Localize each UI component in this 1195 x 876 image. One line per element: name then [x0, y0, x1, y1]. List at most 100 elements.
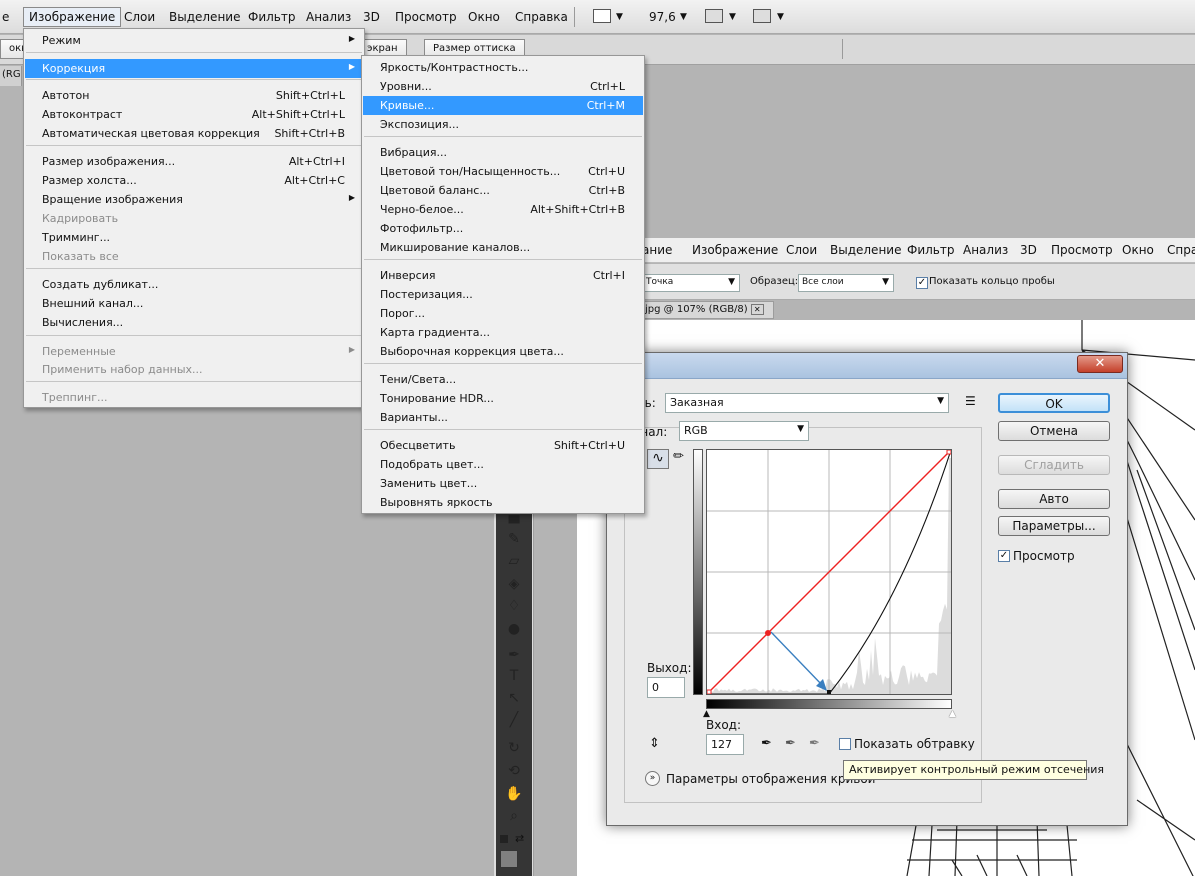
close-tab-icon[interactable]: ✕: [751, 304, 764, 315]
menu-layers[interactable]: Слои: [124, 10, 155, 24]
3d-orbit-icon[interactable]: ⟲: [502, 763, 526, 783]
gray-eyedropper-icon[interactable]: ✒: [785, 736, 796, 751]
document-tab[interactable]: (RG: [0, 66, 22, 86]
curve-point-tool-icon[interactable]: ∿: [647, 449, 669, 469]
menu-item[interactable]: Размер изображения... Alt+Ctrl+I: [25, 152, 363, 171]
menu-item[interactable]: Вибрация...: [363, 143, 643, 162]
expand-chevron-icon[interactable]: »: [645, 771, 660, 786]
menu-item[interactable]: Заменить цвет...: [363, 474, 643, 493]
path-selection-icon[interactable]: ↖: [502, 690, 526, 710]
dodge-tool-icon[interactable]: ●: [502, 621, 526, 641]
screen-fit-icon[interactable]: [753, 9, 771, 23]
hand-tool-icon[interactable]: ✋: [502, 786, 526, 806]
dropdown-arrow-icon[interactable]: ▼: [616, 12, 623, 22]
zoom-arrow-icon[interactable]: ▼: [680, 12, 687, 22]
background-document-tab[interactable]: jpg @ 107% (RGB/8) ✕: [640, 301, 774, 319]
menu-item[interactable]: Тени/Света...: [363, 370, 643, 389]
bg-menu-select[interactable]: Выделение: [830, 243, 901, 257]
menu-item[interactable]: Яркость/Контрастность...: [363, 58, 643, 77]
menu-item[interactable]: Черно-белое... Alt+Shift+Ctrl+B: [363, 200, 643, 219]
close-icon[interactable]: ✕: [1077, 355, 1123, 373]
menu-item[interactable]: Показать все: [25, 247, 363, 266]
menu-item[interactable]: Микширование каналов...: [363, 238, 643, 257]
sample-size-combo[interactable]: Точка ▼: [642, 274, 740, 292]
bg-menu-analysis[interactable]: Анализ: [963, 243, 1008, 257]
bg-menu-image[interactable]: Изображение: [692, 243, 778, 257]
blur-tool-icon[interactable]: ♢: [502, 598, 526, 618]
bg-menu-window[interactable]: Окно: [1122, 243, 1154, 257]
eraser-tool-icon[interactable]: ▱: [502, 553, 526, 573]
menu-window[interactable]: Окно: [468, 10, 500, 24]
bg-menu-help[interactable]: Спра: [1167, 243, 1195, 257]
preset-combo[interactable]: Заказная ▼: [665, 393, 949, 413]
menu-item[interactable]: Кадрировать: [25, 209, 363, 228]
smooth-button[interactable]: Сгладить: [998, 455, 1110, 475]
auto-button[interactable]: Авто: [998, 489, 1110, 509]
3d-rotate-icon[interactable]: ↻: [502, 740, 526, 760]
dropdown-arrow-icon[interactable]: ▼: [777, 12, 784, 22]
menu-item[interactable]: Режим ▶: [25, 31, 363, 50]
menu-item[interactable]: Варианты...: [363, 408, 643, 427]
menu-item[interactable]: Цветовой баланс... Ctrl+B: [363, 181, 643, 200]
menu-analysis[interactable]: Анализ: [306, 10, 351, 24]
screen-mode-icon[interactable]: [593, 9, 611, 23]
menu-item[interactable]: Переменные ▶: [25, 342, 363, 361]
menu-item[interactable]: Вращение изображения ▶: [25, 190, 363, 209]
menu-item[interactable]: Инверсия Ctrl+I: [363, 266, 643, 285]
foreground-color-swatch[interactable]: [500, 850, 518, 868]
menu-item[interactable]: Порог...: [363, 304, 643, 323]
menu-item[interactable]: Постеризация...: [363, 285, 643, 304]
menu-image[interactable]: Изображение: [23, 7, 121, 27]
menu-item[interactable]: Автотон Shift+Ctrl+L: [25, 86, 363, 105]
menu-item[interactable]: Подобрать цвет...: [363, 455, 643, 474]
history-brush-icon[interactable]: ✎: [502, 531, 526, 551]
menu-item[interactable]: Цветовой тон/Насыщенность... Ctrl+U: [363, 162, 643, 181]
menu-item[interactable]: Уровни... Ctrl+L: [363, 77, 643, 96]
input-field[interactable]: 127: [706, 734, 744, 755]
black-eyedropper-icon[interactable]: ✒: [761, 736, 772, 751]
menu-item[interactable]: Выборочная коррекция цвета...: [363, 342, 643, 361]
menu-select[interactable]: Выделение: [169, 10, 240, 24]
swap-colors-icon[interactable]: ⇄: [515, 832, 524, 845]
menu-item[interactable]: Фотофильтр...: [363, 219, 643, 238]
dropdown-arrow-icon[interactable]: ▼: [729, 12, 736, 22]
line-tool-icon[interactable]: ╱: [502, 712, 526, 732]
channel-combo[interactable]: RGB ▼: [679, 421, 809, 441]
preview-checkbox[interactable]: ✓: [998, 550, 1010, 562]
menu-item[interactable]: Размер холста... Alt+Ctrl+C: [25, 171, 363, 190]
menu-view[interactable]: Просмотр: [395, 10, 457, 24]
menu-item[interactable]: Вычисления...: [25, 313, 363, 332]
menu-item[interactable]: Карта градиента...: [363, 323, 643, 342]
menu-item[interactable]: Кривые... Ctrl+M: [363, 96, 643, 115]
menu-item[interactable]: Коррекция ▶: [25, 59, 363, 78]
menu-item[interactable]: Треппинг...: [25, 388, 363, 407]
zoom-level[interactable]: 97,6: [649, 10, 676, 24]
menu-3d[interactable]: 3D: [363, 10, 380, 24]
pencil-tool-icon[interactable]: ✏: [673, 449, 684, 464]
bg-menu-edit[interactable]: ание: [642, 243, 672, 257]
bg-menu-view[interactable]: Просмотр: [1051, 243, 1113, 257]
menu-item[interactable]: Экспозиция...: [363, 115, 643, 134]
arrange-documents-icon[interactable]: [705, 9, 723, 23]
output-field[interactable]: 0: [647, 677, 685, 698]
menu-item[interactable]: Тонирование HDR...: [363, 389, 643, 408]
ok-button[interactable]: OK: [998, 393, 1110, 413]
menu-help[interactable]: Справка: [515, 10, 568, 24]
type-tool-icon[interactable]: T: [502, 668, 526, 688]
menu-item[interactable]: Автоматическая цветовая коррекция Shift+C…: [25, 124, 363, 143]
menu-item[interactable]: Внешний канал...: [25, 294, 363, 313]
menu-item[interactable]: Автоконтраст Alt+Shift+Ctrl+L: [25, 105, 363, 124]
zoom-tool-icon[interactable]: ⌕: [502, 808, 526, 828]
menu-item[interactable]: Создать дубликат...: [25, 275, 363, 294]
pen-tool-icon[interactable]: ✒: [502, 647, 526, 667]
default-colors-icon[interactable]: [500, 835, 508, 843]
cancel-button[interactable]: Отмена: [998, 421, 1110, 441]
options-button[interactable]: Параметры...: [998, 516, 1110, 536]
white-eyedropper-icon[interactable]: ✒: [809, 736, 820, 751]
menu-item[interactable]: Применить набор данных...: [25, 360, 363, 379]
menu-edit[interactable]: е: [2, 10, 9, 24]
bg-menu-layers[interactable]: Слои: [786, 243, 817, 257]
menu-filter[interactable]: Фильтр: [248, 10, 295, 24]
menu-item[interactable]: Обесцветить Shift+Ctrl+U: [363, 436, 643, 455]
preset-options-icon[interactable]: ☰: [965, 394, 976, 408]
